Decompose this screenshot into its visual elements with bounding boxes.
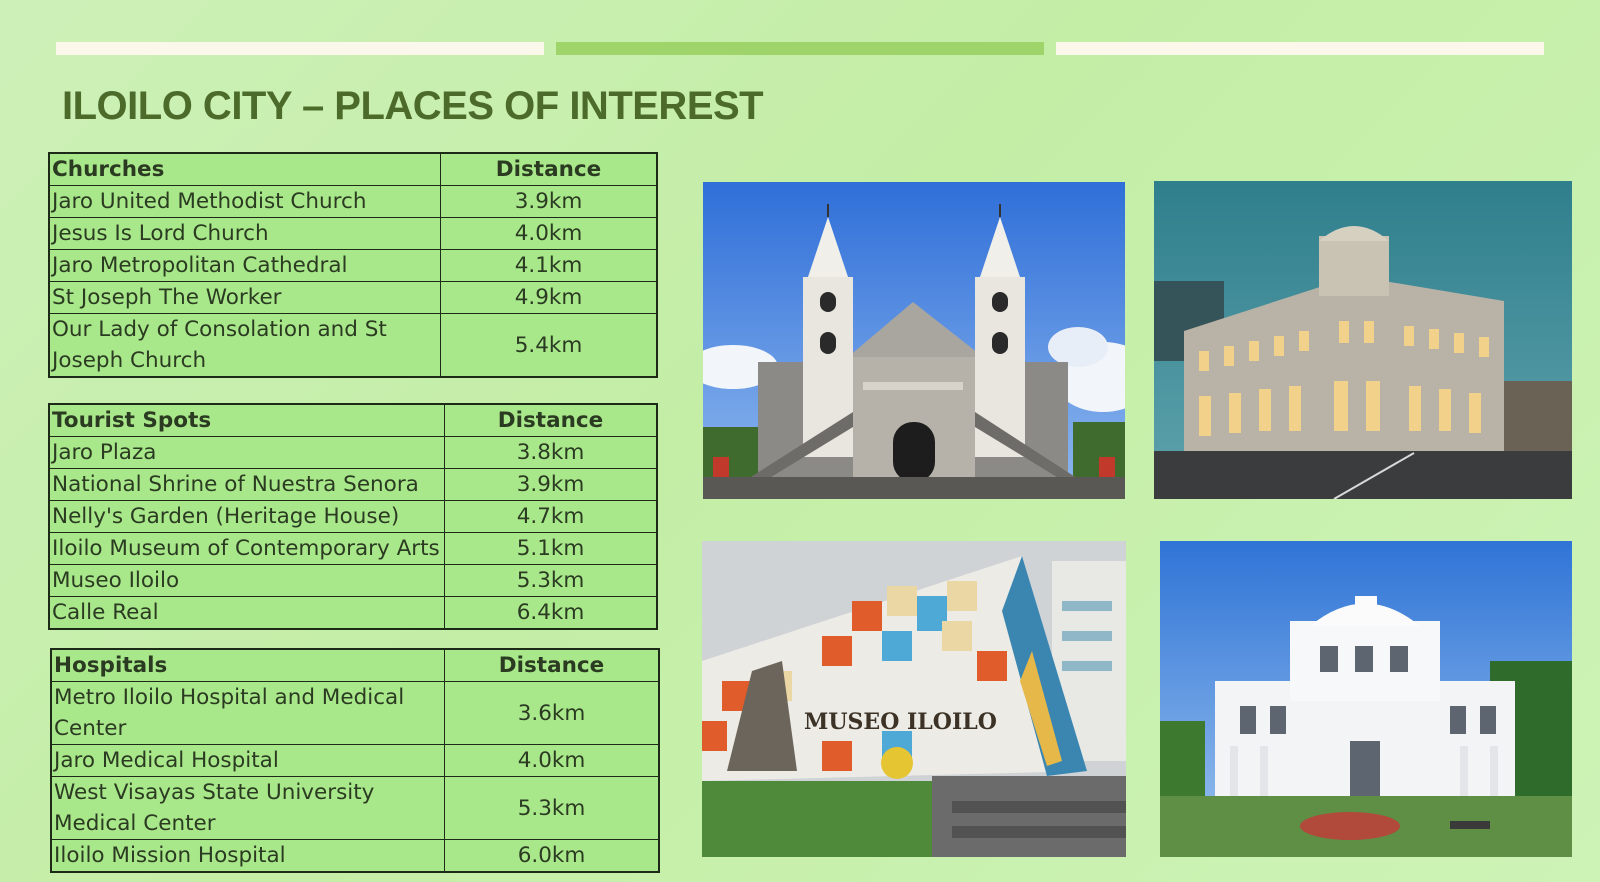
nellys-garden-photo — [1160, 541, 1572, 857]
place-distance: 4.7km — [444, 500, 658, 533]
table-row: Iloilo Mission Hospital 6.0km — [50, 839, 660, 873]
column-header-distance: Distance — [440, 152, 658, 186]
table-row: St Joseph The Worker 4.9km — [48, 281, 658, 314]
table-row: Metro Iloilo Hospital and Medical Center… — [50, 681, 660, 745]
place-distance: 5.3km — [444, 776, 660, 840]
place-distance: 5.4km — [440, 313, 658, 378]
table-row: West Visayas State University Medical Ce… — [50, 776, 660, 840]
column-header-distance: Distance — [444, 648, 660, 682]
place-name: Jesus Is Lord Church — [48, 217, 441, 250]
column-header-category: Tourist Spots — [48, 403, 445, 437]
museo-iloilo-photo: MUSEO ILOILO — [702, 541, 1126, 857]
column-header-distance: Distance — [444, 403, 658, 437]
place-distance: 4.9km — [440, 281, 658, 314]
museum-sign-text: MUSEO ILOILO — [804, 709, 997, 735]
progress-segment-3 — [1056, 42, 1544, 55]
table-row: Jesus Is Lord Church 4.0km — [48, 217, 658, 250]
place-name: National Shrine of Nuestra Senora — [48, 468, 445, 501]
slide-title: ILOILO CITY – PLACES OF INTEREST — [62, 84, 764, 128]
progress-segment-2-active — [556, 42, 1044, 55]
place-name: Jaro United Methodist Church — [48, 185, 441, 218]
table-row: Jaro United Methodist Church 3.9km — [48, 185, 658, 218]
place-distance: 3.6km — [444, 681, 660, 745]
churches-table: Churches Distance Jaro United Methodist … — [48, 152, 658, 378]
table-row: Jaro Metropolitan Cathedral 4.1km — [48, 249, 658, 282]
table-row: Museo Iloilo 5.3km — [48, 564, 658, 597]
tourist-spots-table: Tourist Spots Distance Jaro Plaza 3.8km N… — [48, 403, 658, 630]
place-name: St Joseph The Worker — [48, 281, 441, 314]
table-row: Calle Real 6.4km — [48, 596, 658, 630]
table-row: National Shrine of Nuestra Senora 3.9km — [48, 468, 658, 501]
place-distance: 3.9km — [444, 468, 658, 501]
column-header-category: Churches — [48, 152, 441, 186]
place-distance: 5.3km — [444, 564, 658, 597]
place-distance: 4.1km — [440, 249, 658, 282]
place-distance: 3.8km — [444, 436, 658, 469]
place-name: Jaro Metropolitan Cathedral — [48, 249, 441, 282]
table-row: Jaro Plaza 3.8km — [48, 436, 658, 469]
table-row: Iloilo Museum of Contemporary Arts 5.1km — [48, 532, 658, 565]
place-distance: 6.0km — [444, 839, 660, 873]
place-name: Calle Real — [48, 596, 445, 630]
place-name: Jaro Plaza — [48, 436, 445, 469]
place-name: Nelly's Garden (Heritage House) — [48, 500, 445, 533]
table-row: Jaro Medical Hospital 4.0km — [50, 744, 660, 777]
place-distance: 5.1km — [444, 532, 658, 565]
column-header-category: Hospitals — [50, 648, 445, 682]
progress-segment-1 — [56, 42, 544, 55]
table-row: Our Lady of Consolation and St Joseph Ch… — [48, 313, 658, 378]
place-name: Iloilo Museum of Contemporary Arts — [48, 532, 445, 565]
place-name: Iloilo Mission Hospital — [50, 839, 445, 873]
table-header-row: Tourist Spots Distance — [48, 403, 658, 437]
place-distance: 3.9km — [440, 185, 658, 218]
heritage-building-photo — [1154, 181, 1572, 499]
place-distance: 6.4km — [444, 596, 658, 630]
table-header-row: Churches Distance — [48, 152, 658, 186]
place-name: Museo Iloilo — [48, 564, 445, 597]
table-row: Nelly's Garden (Heritage House) 4.7km — [48, 500, 658, 533]
place-name: Jaro Medical Hospital — [50, 744, 445, 777]
place-distance: 4.0km — [444, 744, 660, 777]
cathedral-photo — [703, 182, 1125, 499]
hospitals-table: Hospitals Distance Metro Iloilo Hospital… — [50, 648, 660, 873]
place-name: Metro Iloilo Hospital and Medical Center — [50, 681, 445, 745]
place-distance: 4.0km — [440, 217, 658, 250]
place-name: Our Lady of Consolation and St Joseph Ch… — [48, 313, 441, 378]
place-name: West Visayas State University Medical Ce… — [50, 776, 445, 840]
table-header-row: Hospitals Distance — [50, 648, 660, 682]
